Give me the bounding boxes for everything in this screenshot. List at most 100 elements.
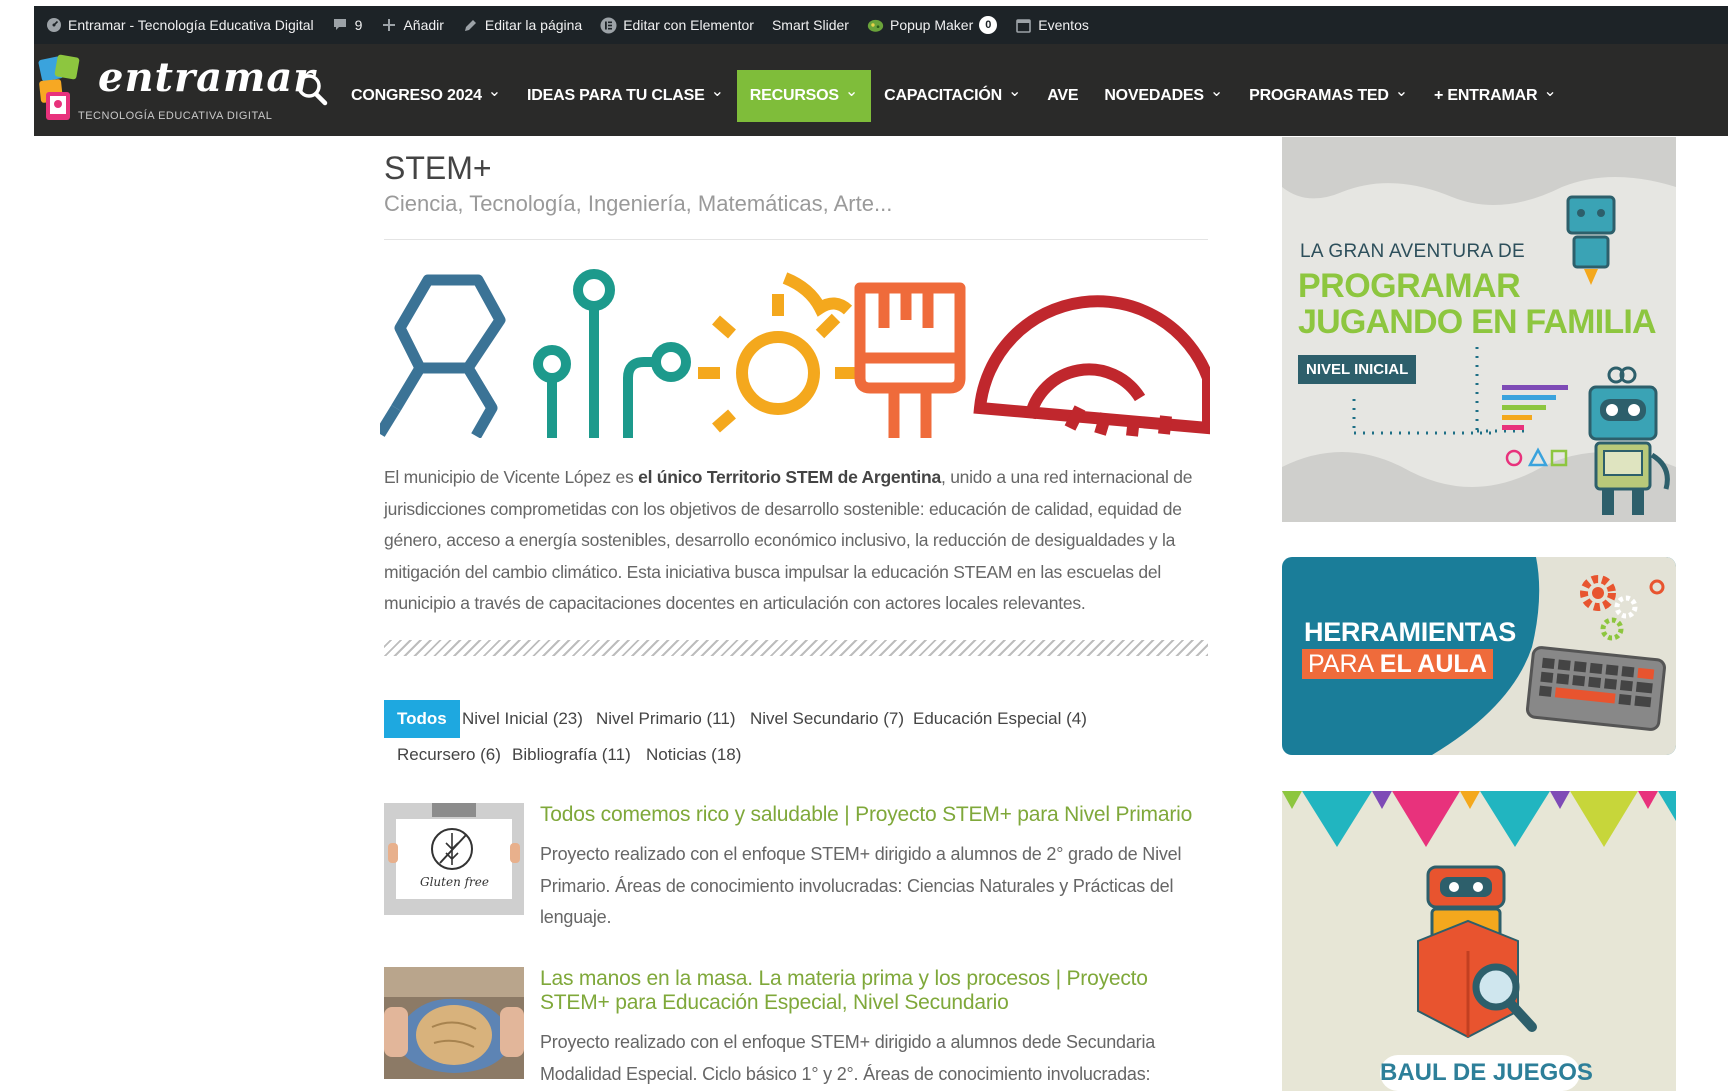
stem-hero-illustration bbox=[375, 258, 1214, 443]
banner2-line2a: PARA bbox=[1308, 650, 1380, 678]
page-title: STEM+ bbox=[384, 150, 492, 186]
hatched-divider bbox=[384, 640, 1208, 656]
chevron-down-icon: ⌄ bbox=[1007, 83, 1022, 100]
popup-maker-label: Popup Maker bbox=[889, 17, 974, 33]
robot-in-box-icon bbox=[1417, 865, 1537, 1039]
post-item: Gluten free Todos comemos rico y saludab… bbox=[384, 803, 1214, 933]
nav-item-programas-ted[interactable]: PROGRAMAS TED ⌄ bbox=[1236, 70, 1421, 122]
search-icon bbox=[297, 74, 328, 106]
admin-comments[interactable]: 9 bbox=[323, 6, 372, 44]
filter-tab[interactable]: Nivel Secundario (7) bbox=[737, 700, 917, 738]
post-excerpt: Proyecto realizado con el enfoque STEM+ … bbox=[540, 1032, 1156, 1084]
nav-label: IDEAS PARA TU CLASE bbox=[527, 87, 705, 104]
main-nav: CONGRESO 2024 ⌄ IDEAS PARA TU CLASE ⌄ RECURS… bbox=[338, 70, 1570, 122]
filter-tab[interactable]: Nivel Inicial (23) bbox=[449, 700, 596, 738]
pencil-icon bbox=[462, 17, 479, 34]
banner1-line2: PROGRAMAR bbox=[1298, 267, 1521, 305]
intro-text-before: El municipio de Vicente López es bbox=[384, 467, 639, 487]
filter-tab[interactable]: Recursero (6) bbox=[384, 736, 514, 774]
nav-label: PROGRAMAS TED bbox=[1249, 87, 1389, 104]
admin-popup-maker[interactable]: Popup Maker 0 bbox=[858, 6, 1006, 44]
events-label: Eventos bbox=[1038, 17, 1089, 33]
comments-count: 9 bbox=[354, 17, 363, 33]
page-subtitle: Ciencia, Tecnología, Ingeniería, Matemát… bbox=[384, 191, 893, 216]
molecule-icon bbox=[375, 274, 506, 439]
elementor-icon bbox=[600, 17, 617, 34]
filter-tab[interactable]: Educación Especial (4) bbox=[900, 700, 1100, 738]
popup-count-badge: 0 bbox=[979, 16, 998, 34]
nav-label: CAPACITACIÓN bbox=[884, 87, 1002, 104]
post-excerpt: Proyecto realizado con el enfoque STEM+ … bbox=[540, 844, 1182, 927]
chevron-down-icon: ⌄ bbox=[1394, 83, 1408, 100]
thumb-caption: Gluten free bbox=[420, 875, 489, 889]
intro-text-after: , unido a una red internacional de juris… bbox=[384, 467, 1193, 613]
admin-site-link[interactable]: Entramar - Tecnología Educativa Digital bbox=[34, 6, 323, 44]
search-button[interactable] bbox=[296, 72, 328, 106]
brush-icon bbox=[854, 282, 966, 438]
comment-icon bbox=[332, 17, 349, 34]
dashboard-icon bbox=[45, 17, 62, 34]
admin-smart-slider[interactable]: Smart Slider bbox=[763, 6, 858, 44]
admin-bar: Entramar - Tecnología Educativa Digital … bbox=[34, 6, 1728, 44]
chevron-down-icon: ⌄ bbox=[1543, 83, 1557, 100]
banner1-line1: LA GRAN AVENTURA DE bbox=[1300, 241, 1525, 262]
banner1-level-badge: NIVEL INICIAL bbox=[1298, 355, 1417, 384]
banner1-line3: JUGANDO EN FAMILIA bbox=[1298, 303, 1657, 341]
elementor-label: Editar con Elementor bbox=[623, 17, 754, 33]
post-thumbnail[interactable] bbox=[384, 967, 524, 1079]
circuit-icon bbox=[533, 269, 691, 443]
post-title-link[interactable]: Todos comemos rico y saludable | Proyect… bbox=[540, 803, 1210, 827]
edit-page-label: Editar la página bbox=[484, 17, 583, 33]
banner-baul-de-juegos[interactable]: BAUL DE JUEGOS bbox=[1282, 791, 1676, 1091]
filter-tab[interactable]: Noticias (18) bbox=[633, 736, 754, 774]
intro-paragraph: El municipio de Vicente López es el únic… bbox=[384, 462, 1208, 620]
nav-label: AVE bbox=[1047, 87, 1079, 104]
chevron-down-icon: ⌄ bbox=[710, 83, 724, 100]
keyboard-icon bbox=[1525, 646, 1666, 731]
banner-herramientas-para-el-aula[interactable]: HERRAMIENTAS PARA EL AULA bbox=[1282, 557, 1676, 755]
nav-label: + ENTRAMAR bbox=[1433, 87, 1538, 104]
filter-tab[interactable]: Bibliografía (11) bbox=[499, 736, 644, 774]
nav-item-novedades[interactable]: NOVEDADES ⌄ bbox=[1091, 70, 1236, 122]
popup-maker-icon bbox=[867, 17, 884, 34]
title-divider bbox=[384, 239, 1208, 240]
banner2-line1: HERRAMIENTAS bbox=[1304, 617, 1516, 647]
nav-item-ave[interactable]: AVE bbox=[1034, 70, 1091, 122]
admin-add-new[interactable]: Añadir bbox=[371, 6, 452, 44]
nav-item-recursos[interactable]: RECURSOS ⌄ bbox=[736, 70, 872, 122]
nav-item-entramar[interactable]: + ENTRAMAR ⌄ bbox=[1421, 70, 1570, 122]
nav-label: NOVEDADES bbox=[1104, 87, 1204, 104]
chevron-down-icon: ⌄ bbox=[487, 83, 502, 100]
nav-item-capacitación[interactable]: CAPACITACIÓN ⌄ bbox=[871, 70, 1034, 122]
add-label: Añadir bbox=[403, 17, 444, 33]
nav-item-ideas-para-tu-clase[interactable]: IDEAS PARA TU CLASE ⌄ bbox=[514, 70, 737, 122]
banner2-line2: PARA EL AULA bbox=[1302, 649, 1493, 679]
calendar-icon bbox=[1015, 17, 1032, 34]
filter-tab[interactable]: Nivel Primario (11) bbox=[583, 700, 749, 738]
banner2-line2b: EL AULA bbox=[1379, 650, 1487, 678]
admin-elementor[interactable]: Editar con Elementor bbox=[591, 6, 763, 44]
chevron-down-icon: ⌄ bbox=[844, 83, 859, 100]
nav-label: CONGRESO 2024 bbox=[351, 87, 482, 104]
chevron-down-icon: ⌄ bbox=[1209, 83, 1224, 100]
site-header: entramar TECNOLOGÍA EDUCATIVA DIGITAL CO… bbox=[34, 44, 1728, 136]
diamond-garland-icon bbox=[1282, 791, 1676, 847]
post-item: Las manos en la masa. La materia prima y… bbox=[384, 967, 1214, 1084]
plus-icon bbox=[380, 17, 397, 34]
post-thumbnail[interactable]: Gluten free bbox=[384, 803, 524, 915]
protractor-icon bbox=[973, 295, 1214, 437]
nav-item-congreso-2024[interactable]: CONGRESO 2024 ⌄ bbox=[338, 70, 514, 122]
robot-icon bbox=[1566, 195, 1616, 285]
smart-slider-label: Smart Slider bbox=[771, 17, 849, 33]
intro-highlight: el único Territorio STEM de Argentina bbox=[638, 467, 941, 487]
site-name: Entramar - Tecnología Educativa Digital bbox=[68, 17, 314, 33]
logo-wordmark: entramar bbox=[98, 54, 316, 101]
gear-icon bbox=[698, 272, 858, 433]
post-title-link[interactable]: Las manos en la masa. La materia prima y… bbox=[540, 967, 1210, 1015]
site-logo[interactable]: entramar TECNOLOGÍA EDUCATIVA DIGITAL bbox=[34, 48, 314, 132]
admin-edit-page[interactable]: Editar la página bbox=[453, 6, 591, 44]
logo-tagline: TECNOLOGÍA EDUCATIVA DIGITAL bbox=[78, 110, 273, 122]
admin-events[interactable]: Eventos bbox=[1006, 6, 1098, 44]
nav-label: RECURSOS bbox=[749, 87, 839, 104]
banner-programar-en-familia[interactable]: LA GRAN AVENTURA DE PROGRAMAR JUGANDO EN… bbox=[1282, 137, 1676, 522]
